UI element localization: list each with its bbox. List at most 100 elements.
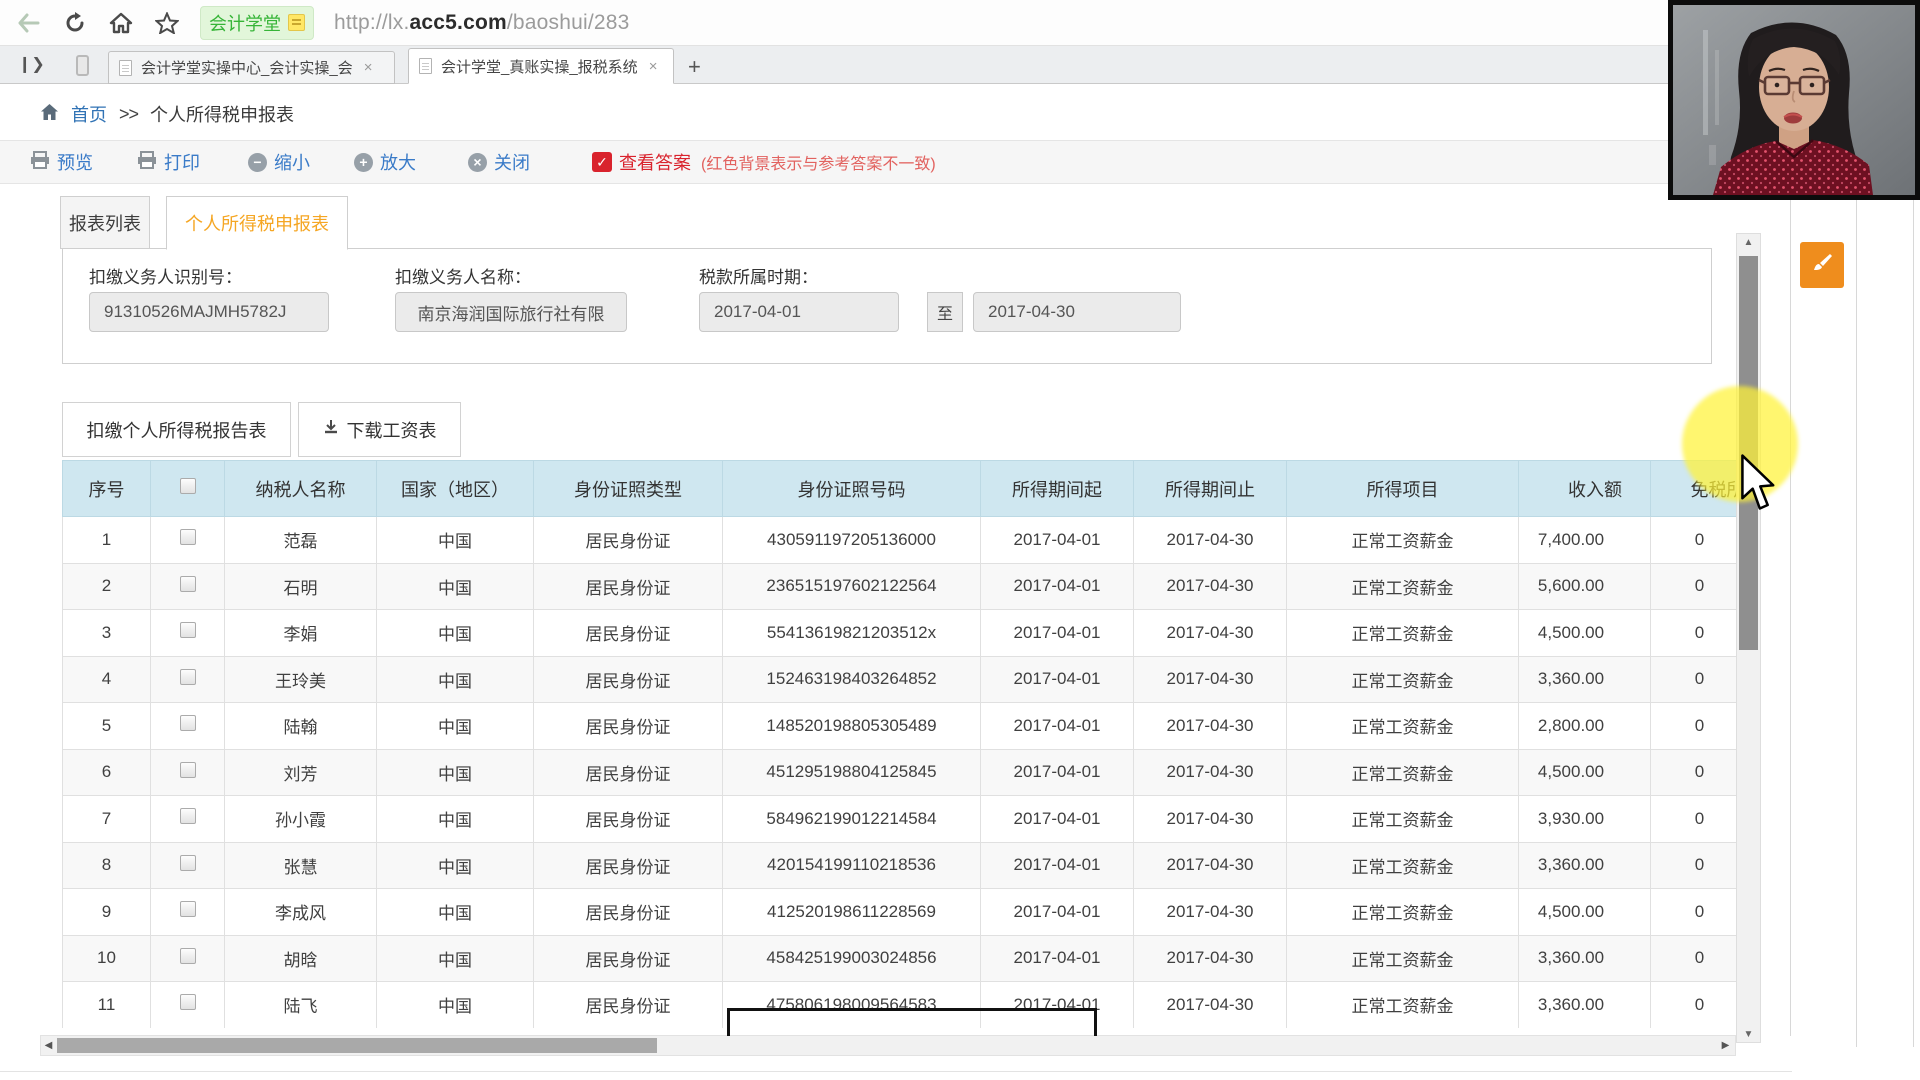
cell-income: 3,360.00 <box>1518 841 1651 889</box>
cell-country: 中国 <box>376 934 534 982</box>
url-bar[interactable]: http://lx.acc5.com/baoshui/283 <box>334 11 630 35</box>
tab-personal-income-tax[interactable]: 个人所得税申报表 <box>166 196 348 250</box>
cell-income: 5,600.00 <box>1518 562 1651 610</box>
zoom-in-label: 放大 <box>380 153 416 173</box>
cell-id-type: 居民身份证 <box>533 841 723 889</box>
row-checkbox[interactable] <box>179 854 196 871</box>
taxpayer-name-field[interactable] <box>395 292 627 332</box>
table-row: 9 李成风 中国 居民身份证 412520198611228569 2017-0… <box>62 888 1737 936</box>
panel-divider <box>1790 196 1791 1036</box>
row-checkbox[interactable] <box>179 901 196 918</box>
zoom-in-button[interactable]: + 放大 <box>354 149 416 175</box>
certificate-icon <box>288 14 305 31</box>
cell-country: 中国 <box>376 888 534 936</box>
refresh-icon[interactable] <box>62 10 88 36</box>
breadcrumb-home-link[interactable]: 首页 <box>71 101 107 127</box>
preview-button[interactable]: 预览 <box>30 149 93 175</box>
row-checkbox[interactable] <box>179 808 196 825</box>
mobile-view-icon[interactable] <box>76 55 89 76</box>
scroll-up-icon[interactable]: ▲ <box>1737 234 1760 250</box>
presenter-image <box>1673 5 1915 196</box>
home-icon[interactable] <box>108 10 134 36</box>
cell-id-type: 居民身份证 <box>533 655 723 703</box>
annotate-brush-button[interactable] <box>1800 242 1844 288</box>
select-all-checkbox[interactable] <box>179 478 196 494</box>
cell-income: 4,500.00 <box>1518 748 1651 796</box>
cell-tax-exempt: 0 <box>1650 795 1737 843</box>
new-tab-button[interactable]: + <box>688 54 701 80</box>
cell-id-no: 430591197205136000 <box>722 516 981 564</box>
table-row: 8 张慧 中国 居民身份证 420154199110218536 2017-04… <box>62 841 1737 889</box>
cell-period-end: 2017-04-30 <box>1133 981 1287 1028</box>
tab-report-list[interactable]: 报表列表 <box>60 196 150 249</box>
col-no: 序号 <box>62 460 151 517</box>
cell-income-item: 正常工资薪金 <box>1286 934 1519 982</box>
cell-name: 孙小霞 <box>224 795 377 843</box>
sidebar-toggle-icon[interactable]: ❙❯ <box>18 54 45 74</box>
browser-tab-1[interactable]: 会计学堂实操中心_会计实操_会 × <box>108 51 395 84</box>
table-horizontal-scrollbar[interactable]: ◀ ▶ <box>40 1035 1736 1056</box>
cell-select <box>150 795 225 843</box>
mouse-cursor <box>1740 454 1778 519</box>
cell-name: 范磊 <box>224 516 377 564</box>
row-checkbox[interactable] <box>179 715 196 732</box>
taxpayer-id-field[interactable] <box>89 292 329 332</box>
cell-tax-exempt: 0 <box>1650 609 1737 657</box>
scroll-left-icon[interactable]: ◀ <box>41 1036 56 1055</box>
col-income: 收入额 <box>1518 460 1651 517</box>
zoom-out-button[interactable]: − 缩小 <box>248 149 310 175</box>
cell-period-start: 2017-04-01 <box>980 702 1134 750</box>
withholding-report-tab-button[interactable]: 扣缴个人所得税报告表 <box>62 402 291 457</box>
cell-country: 中国 <box>376 655 534 703</box>
cell-income: 3,360.00 <box>1518 655 1651 703</box>
answers-note: (红色背景表示与参考答案不一致) <box>701 156 936 173</box>
download-salary-button[interactable]: 下载工资表 <box>298 402 461 457</box>
view-answers-button[interactable]: ✓ 查看答案 <box>592 149 691 175</box>
cell-income-item: 正常工资薪金 <box>1286 516 1519 564</box>
back-icon[interactable] <box>16 10 42 36</box>
row-checkbox[interactable] <box>179 947 196 964</box>
row-checkbox[interactable] <box>179 575 196 592</box>
row-checkbox[interactable] <box>179 994 196 1011</box>
cell-id-no: 458425199003024856 <box>722 934 981 982</box>
horizontal-scroll-thumb[interactable] <box>57 1038 657 1053</box>
url-domain: acc5.com <box>409 10 507 34</box>
close-button[interactable]: × 关闭 <box>468 149 530 175</box>
zoom-out-label: 缩小 <box>274 153 310 173</box>
scroll-right-icon[interactable]: ▶ <box>1718 1036 1733 1055</box>
home-icon <box>40 103 59 126</box>
cell-tax-exempt: 0 <box>1650 888 1737 936</box>
table-row: 2 石明 中国 居民身份证 236515197602122564 2017-04… <box>62 562 1737 610</box>
row-checkbox[interactable] <box>179 529 196 546</box>
table-vertical-scrollbar[interactable]: ▲ ▼ <box>1736 233 1761 1043</box>
table-row: 10 胡晗 中国 居民身份证 458425199003024856 2017-0… <box>62 934 1737 982</box>
scroll-down-icon[interactable]: ▼ <box>1737 1026 1760 1042</box>
cell-period-end: 2017-04-30 <box>1133 702 1287 750</box>
site-badge[interactable]: 会计学堂 <box>200 5 314 40</box>
minus-circle-icon: − <box>248 152 267 172</box>
row-checkbox[interactable] <box>179 668 196 685</box>
row-checkbox[interactable] <box>179 761 196 778</box>
cell-income: 3,360.00 <box>1518 981 1651 1028</box>
row-checkbox[interactable] <box>179 622 196 639</box>
tax-period-end-field[interactable] <box>973 292 1181 332</box>
cell-no: 11 <box>62 981 151 1028</box>
cell-tax-exempt: 0 <box>1650 702 1737 750</box>
cell-period-end: 2017-04-30 <box>1133 655 1287 703</box>
outer-scroll-track-right <box>1913 190 1914 1047</box>
tab-close-icon[interactable]: × <box>364 59 373 76</box>
cell-period-end: 2017-04-30 <box>1133 888 1287 936</box>
cell-tax-exempt: 0 <box>1650 841 1737 889</box>
cell-country: 中国 <box>376 795 534 843</box>
taxpayer-table: 序号 纳税人名称 国家（地区） 身份证照类型 身份证照号码 所得期间起 所得期间… <box>62 460 1737 1028</box>
print-button[interactable]: 打印 <box>137 149 200 175</box>
tax-period-start-field[interactable] <box>699 292 899 332</box>
tab-close-icon[interactable]: × <box>649 58 658 75</box>
browser-tab-2-active[interactable]: 会计学堂_真账实操_报税系统 × <box>408 48 674 84</box>
cell-select <box>150 562 225 610</box>
cell-select <box>150 702 225 750</box>
cell-period-end: 2017-04-30 <box>1133 562 1287 610</box>
cell-id-type: 居民身份证 <box>533 934 723 982</box>
cell-income: 3,360.00 <box>1518 934 1651 982</box>
bookmark-star-icon[interactable] <box>154 10 180 36</box>
